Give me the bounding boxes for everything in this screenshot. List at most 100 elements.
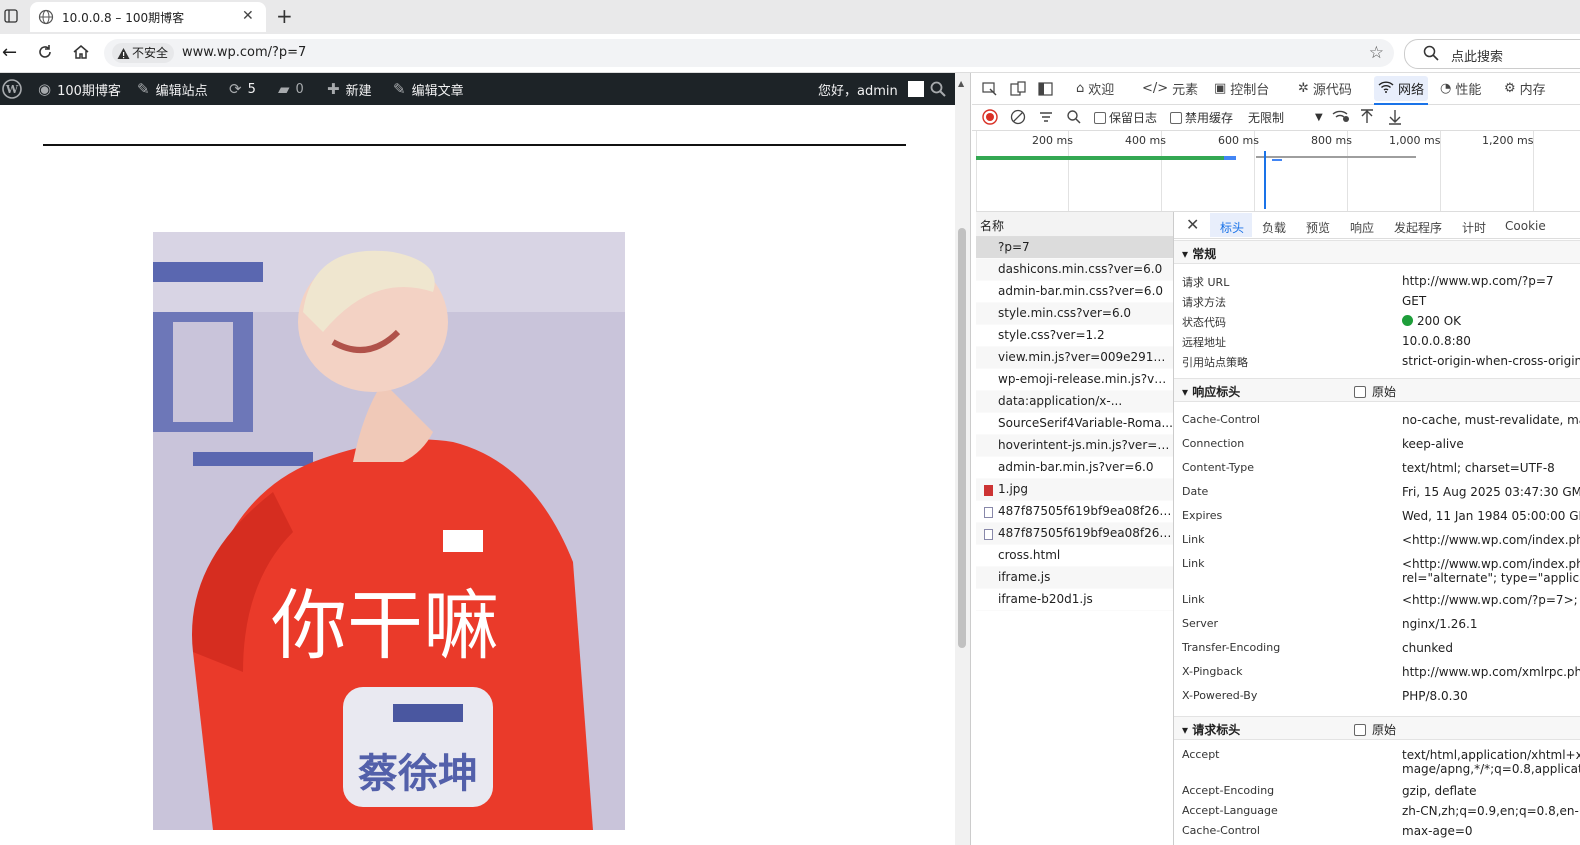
request-row[interactable]: SourceSerif4Variable-Roma... — [976, 413, 1173, 435]
timeline-tick-label: 400 ms — [1125, 134, 1166, 147]
clear-icon[interactable] — [1010, 109, 1026, 125]
header-name: X-Pingback — [1182, 665, 1243, 678]
header-value: http://www.wp.com/?p=7 — [1402, 274, 1554, 288]
import-har-icon[interactable] — [1360, 109, 1374, 125]
detail-tab-headers[interactable]: 标头 — [1213, 219, 1251, 243]
network-conditions-icon[interactable] — [1332, 109, 1350, 123]
header-name: 状态代码 — [1182, 316, 1226, 329]
header-value-continued: rel="alternate"; type="application — [1402, 571, 1580, 585]
request-row[interactable]: admin-bar.min.css?ver=6.0 — [976, 281, 1173, 303]
wp-admin-bar: W ◉ 100期博客 ✎ 编辑站点 ⟳ 5 ▰ 0 ✚ 新建 ✎ 编辑文章 您好… — [0, 73, 955, 105]
wp-logo-icon[interactable]: W — [2, 73, 22, 105]
preserve-log-box[interactable] — [1094, 111, 1106, 124]
request-row[interactable]: iframe-b20d1.js — [976, 589, 1173, 611]
request-row[interactable]: data:application/x-... — [976, 391, 1173, 413]
filter-icon[interactable] — [1038, 109, 1054, 125]
wp-account-menu[interactable]: 您好，admin — [818, 73, 924, 105]
back-arrow-icon[interactable]: ← — [2, 42, 17, 63]
request-row[interactable]: 1.jpg — [976, 479, 1173, 501]
home-icon[interactable] — [72, 43, 90, 64]
insecure-badge[interactable]: 不安全 — [112, 43, 175, 63]
panel-splitter[interactable] — [1173, 212, 1174, 845]
globe-icon — [38, 9, 54, 28]
request-row[interactable]: cross.html — [976, 545, 1173, 567]
wp-search-icon[interactable] — [930, 73, 946, 105]
search-icon[interactable] — [1066, 109, 1082, 125]
request-row[interactable]: 487f87505f619bf9ea08f26b... — [976, 523, 1173, 545]
request-headers-section-header[interactable]: ▾ 请求标头 原始 — [1174, 716, 1580, 740]
timeline-bar-blue — [1224, 156, 1236, 160]
detail-tab-cookie[interactable]: Cookie — [1505, 219, 1546, 233]
request-row[interactable]: hoverintent-js.min.js?ver=2.... — [976, 435, 1173, 457]
request-row[interactable]: iframe.js — [976, 567, 1173, 589]
devtools-tab-performance[interactable]: ◔ 性能 — [1440, 79, 1481, 98]
request-row[interactable]: style.css?ver=1.2 — [976, 325, 1173, 347]
disable-cache-checkbox[interactable]: 禁用缓存 — [1170, 109, 1233, 126]
close-detail-icon[interactable]: ✕ — [1186, 215, 1199, 234]
wp-customize-menu[interactable]: ✎ 编辑站点 — [137, 73, 208, 105]
export-har-icon[interactable] — [1388, 109, 1402, 125]
wp-new-menu[interactable]: ✚ 新建 — [327, 73, 372, 105]
request-row[interactable]: 487f87505f619bf9ea08f26b... — [976, 501, 1173, 523]
request-row[interactable]: view.min.js?ver=009e29110... — [976, 347, 1173, 369]
inspect-element-icon[interactable] — [982, 81, 998, 97]
request-name: view.min.js?ver=009e29110... — [998, 350, 1173, 364]
request-name: admin-bar.min.css?ver=6.0 — [998, 284, 1164, 298]
record-icon[interactable] — [982, 109, 998, 125]
response-headers-section-header[interactable]: ▾ 响应标头 原始 — [1174, 378, 1580, 402]
new-tab-button[interactable]: + — [276, 4, 293, 28]
devtools-tab-network[interactable]: 网络 — [1374, 76, 1429, 105]
page-scrollbar-thumb[interactable] — [958, 228, 966, 648]
devtools-tab-memory[interactable]: ⚙ 内存 — [1504, 79, 1546, 98]
request-list-header[interactable]: 名称 — [976, 212, 1173, 237]
request-row[interactable]: wp-emoji-release.min.js?ver... — [976, 369, 1173, 391]
header-value: chunked — [1402, 641, 1453, 655]
reload-icon[interactable] — [36, 43, 54, 64]
general-section-header[interactable]: ▾ 常规 — [1174, 240, 1580, 264]
image-caption: 你干嘛 — [271, 581, 499, 670]
request-row[interactable]: admin-bar.min.js?ver=6.0 — [976, 457, 1173, 479]
detail-tab-preview[interactable]: 预览 — [1306, 219, 1330, 236]
dock-side-icon[interactable] — [1038, 81, 1054, 97]
detail-tab-response[interactable]: 响应 — [1350, 219, 1374, 236]
browser-tab[interactable]: 10.0.0.8 – 100期博客 ✕ — [30, 2, 266, 32]
header-value: no-cache, must-revalidate, max-age=0 — [1402, 413, 1580, 427]
request-row[interactable]: style.min.css?ver=6.0 — [976, 303, 1173, 325]
search-placeholder: 点此搜索 — [1451, 50, 1504, 65]
detail-tab-payload[interactable]: 负载 — [1262, 219, 1286, 236]
url-text[interactable]: www.wp.com/?p=7 — [182, 45, 306, 60]
wp-edit-post[interactable]: ✎ 编辑文章 — [393, 73, 464, 105]
devtools-tab-console[interactable]: ▣ 控制台 — [1214, 79, 1269, 98]
preserve-log-checkbox[interactable]: 保留日志 — [1094, 109, 1157, 126]
network-timeline-overview[interactable]: 200 ms 400 ms 600 ms 800 ms 1,000 ms 1,2… — [976, 131, 1580, 212]
bookmark-star-icon[interactable]: ☆ — [1369, 43, 1384, 63]
search-box[interactable]: 点此搜索 — [1404, 39, 1580, 69]
raw-checkbox[interactable] — [1354, 385, 1366, 398]
detail-tab-timing[interactable]: 计时 — [1462, 219, 1486, 236]
wp-site-menu[interactable]: ◉ 100期博客 — [38, 73, 121, 105]
collapse-triangle-icon: ▾ — [1182, 385, 1193, 399]
header-value: PHP/8.0.30 — [1402, 689, 1468, 703]
scroll-up-icon[interactable]: ▲ — [958, 79, 964, 88]
request-row[interactable]: ?p=7 — [976, 237, 1173, 259]
address-bar[interactable]: 不安全 www.wp.com/?p=7 ☆ — [104, 39, 1394, 67]
gauge-icon: ◔ — [1440, 81, 1452, 96]
device-emulation-icon[interactable] — [1010, 81, 1026, 97]
devtools-tab-sources[interactable]: ✲ 源代码 — [1298, 79, 1352, 98]
detail-tab-initiator[interactable]: 发起程序 — [1394, 219, 1442, 236]
header-value: <http://www.wp.com/index.php — [1402, 533, 1580, 547]
devtools-tab-welcome[interactable]: ⌂ 欢迎 — [1076, 79, 1114, 98]
header-name: Transfer-Encoding — [1182, 641, 1281, 654]
sidebar-toggle-icon[interactable] — [4, 9, 18, 26]
devtools-tab-elements[interactable]: </> 元素 — [1142, 79, 1198, 98]
response-raw-toggle[interactable]: 原始 — [1354, 383, 1396, 400]
request-raw-toggle[interactable]: 原始 — [1354, 721, 1396, 738]
raw-checkbox[interactable] — [1354, 723, 1366, 736]
wp-updates[interactable]: ⟳ 5 — [229, 73, 256, 105]
request-row[interactable]: dashicons.min.css?ver=6.0 — [976, 259, 1173, 281]
wp-comments[interactable]: ▰ 0 — [278, 73, 304, 105]
throttle-select[interactable]: 无限制 ▼ — [1248, 109, 1323, 126]
tab-close-icon[interactable]: ✕ — [242, 8, 254, 24]
brush-icon: ✎ — [137, 80, 150, 98]
disable-cache-box[interactable] — [1170, 111, 1182, 124]
